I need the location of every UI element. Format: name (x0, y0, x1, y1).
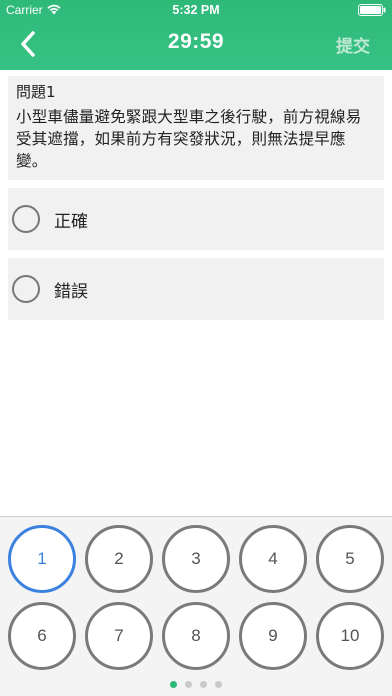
countdown-timer: 29:59 (167, 30, 225, 53)
radio-unchecked-icon[interactable] (12, 205, 40, 233)
radio-unchecked-icon[interactable] (12, 275, 40, 303)
question-text: 小型車儘量避免緊跟大型車之後行駛，前方視線易受其遮擋，如果前方有突發狀況，則無法… (16, 108, 362, 170)
question-button-4[interactable]: 4 (239, 525, 307, 593)
question-button-2[interactable]: 2 (85, 525, 153, 593)
page-dot[interactable] (185, 681, 192, 688)
question-card: 問題1 小型車儘量避免緊跟大型車之後行駛，前方視線易受其遮擋，如果前方有突發狀況… (8, 76, 384, 180)
question-navigator: 1 2 3 4 5 6 7 8 9 10 (0, 516, 392, 696)
page-dot[interactable] (170, 681, 177, 688)
status-bar: Carrier 5:32 PM (0, 0, 392, 20)
nav-bar: 29:59 提交 (0, 20, 392, 68)
option-label: 正確 (54, 211, 88, 232)
status-time: 5:32 PM (172, 3, 220, 17)
question-button-9[interactable]: 9 (239, 602, 307, 670)
battery-icon (358, 4, 386, 16)
question-button-10[interactable]: 10 (316, 602, 384, 670)
exam-screen: Carrier 5:32 PM 29:59 提交 問題1 小型車儘量避免緊跟大型… (0, 0, 392, 696)
question-button-1[interactable]: 1 (8, 525, 76, 593)
page-dot[interactable] (200, 681, 207, 688)
option-true[interactable]: 正確 (8, 188, 384, 250)
submit-button[interactable]: 提交 (336, 32, 370, 57)
option-label: 錯誤 (54, 281, 88, 302)
question-button-7[interactable]: 7 (85, 602, 153, 670)
question-button-3[interactable]: 3 (162, 525, 230, 593)
header: Carrier 5:32 PM 29:59 提交 (0, 0, 392, 70)
option-false[interactable]: 錯誤 (8, 258, 384, 320)
question-button-8[interactable]: 8 (162, 602, 230, 670)
page-indicator[interactable] (0, 681, 392, 688)
question-number: 問題1 (16, 83, 56, 101)
question-button-5[interactable]: 5 (316, 525, 384, 593)
page-dot[interactable] (215, 681, 222, 688)
question-button-6[interactable]: 6 (8, 602, 76, 670)
